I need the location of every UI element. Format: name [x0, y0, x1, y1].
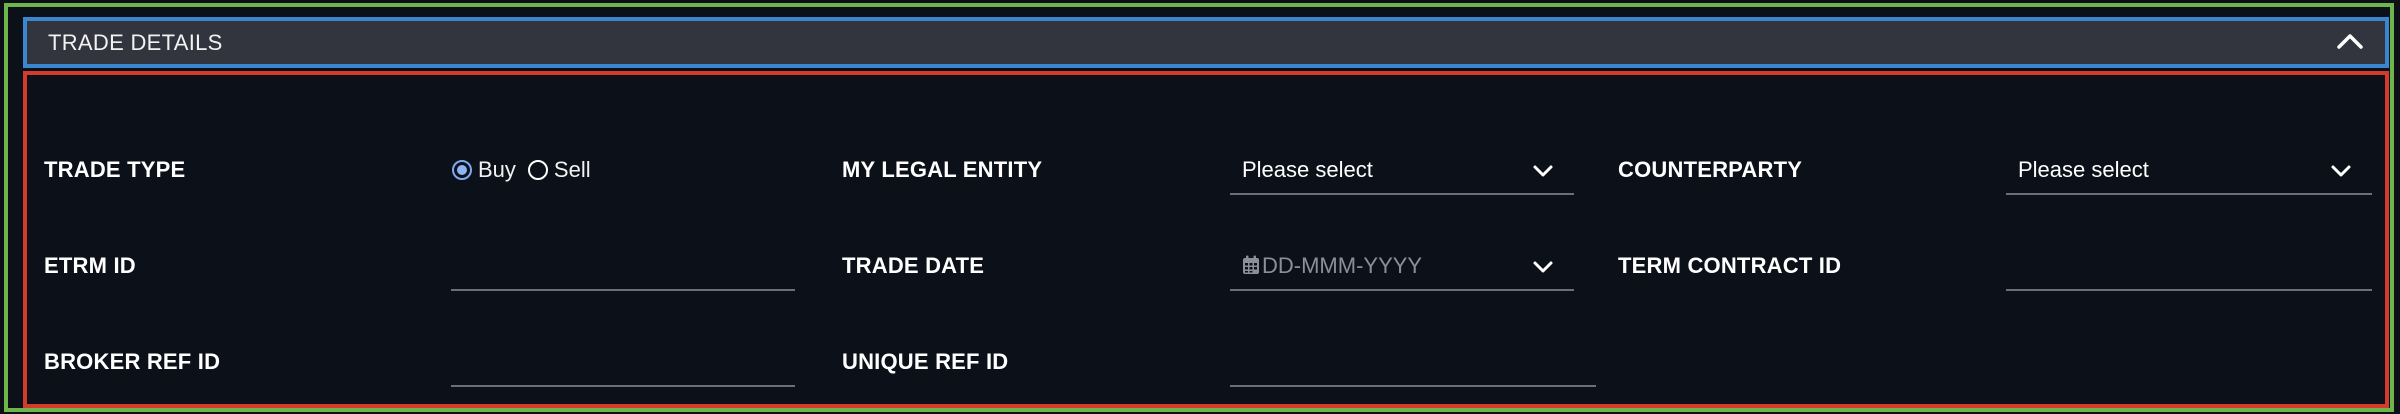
unique-ref-id-label: UNIQUE REF ID: [842, 349, 1009, 374]
trade-date-picker[interactable]: DD-MMM-YYYY: [1230, 245, 1574, 291]
panel-title: TRADE DETAILS: [48, 30, 223, 55]
trade-type-label: TRADE TYPE: [44, 157, 186, 182]
panel-body: TRADE TYPE Buy Sell MY LEGAL ENTITY Plea…: [23, 71, 2389, 408]
unique-ref-id-field[interactable]: [1230, 341, 1596, 387]
etrm-id-input[interactable]: [451, 245, 795, 289]
broker-ref-id-label: BROKER REF ID: [44, 349, 221, 374]
chevron-down-icon: [1533, 165, 1553, 177]
chevron-up-icon[interactable]: [2333, 27, 2367, 55]
calendar-icon: [1243, 255, 1259, 274]
my-legal-entity-label: MY LEGAL ENTITY: [842, 157, 1043, 182]
my-legal-entity-value: Please select: [1242, 157, 1373, 182]
trade-type-radio-group: Buy Sell: [452, 157, 603, 183]
term-contract-id-input[interactable]: [2006, 245, 2372, 289]
counterparty-select[interactable]: Please select: [2006, 149, 2372, 195]
trade-details-panel: TRADE DETAILS TRADE TYPE Buy Sell MY LEG…: [4, 3, 2394, 412]
trade-date-placeholder: DD-MMM-YYYY: [1262, 253, 1423, 278]
my-legal-entity-select[interactable]: Please select: [1230, 149, 1574, 195]
unique-ref-id-input[interactable]: [1230, 341, 1596, 385]
trade-date-label: TRADE DATE: [842, 253, 985, 278]
radio-buy-label: Buy: [478, 157, 516, 182]
panel-header[interactable]: TRADE DETAILS: [23, 17, 2389, 68]
term-contract-id-field[interactable]: [2006, 245, 2372, 291]
radio-buy-circle[interactable]: [452, 160, 472, 180]
radio-sell-label: Sell: [553, 157, 591, 182]
radio-buy[interactable]: Buy: [452, 157, 516, 183]
etrm-id-field[interactable]: [451, 245, 795, 291]
chevron-down-icon: [1533, 261, 1553, 273]
etrm-id-label: ETRM ID: [44, 253, 136, 278]
radio-sell[interactable]: Sell: [527, 157, 591, 183]
broker-ref-id-input[interactable]: [451, 341, 795, 385]
counterparty-label: COUNTERPARTY: [1618, 157, 1803, 182]
broker-ref-id-field[interactable]: [451, 341, 795, 387]
counterparty-value: Please select: [2018, 157, 2149, 182]
term-contract-id-label: TERM CONTRACT ID: [1618, 253, 1842, 278]
chevron-down-icon: [2331, 165, 2351, 177]
radio-sell-circle[interactable]: [527, 160, 548, 180]
